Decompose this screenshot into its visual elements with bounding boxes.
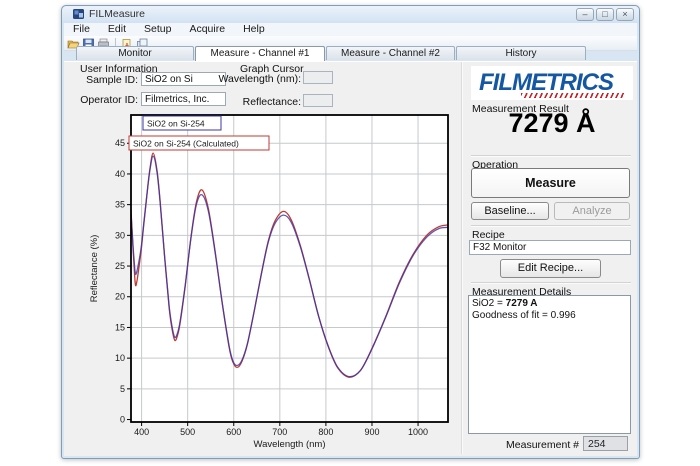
y-tick-label: 30 [115,230,125,240]
x-tick-label: 800 [318,427,333,437]
reflectance-spectrum-chart[interactable]: 400 500 600 700 800 900 1000 0 5 10 15 20 25 30 35 40 45… [88,103,460,455]
edit-recipe-button[interactable]: Edit Recipe... [500,259,601,278]
close-button[interactable]: × [616,8,634,21]
measurement-number-label: Measurement # [494,439,579,451]
menu-item-edit[interactable]: Edit [99,23,135,36]
y-tick-label: 35 [115,200,125,210]
titlebar[interactable]: FILMeasure – □ × [62,6,639,23]
app-window: FILMeasure – □ × FileEditSetupAcquireHel… [61,5,640,459]
tabstrip: MonitorMeasure - Channel #1Measure - Cha… [64,46,637,61]
y-tick-label: 20 [115,292,125,302]
detail-line-gof: Goodness of fit = 0.996 [472,310,627,322]
menu-item-help[interactable]: Help [234,23,274,36]
menu-item-acquire[interactable]: Acquire [180,23,234,36]
y-tick-label: 0 [120,415,125,425]
measurement-details-list[interactable]: SiO2 = 7279 A Goodness of fit = 0.996 [468,295,631,434]
x-tick-label: 1000 [408,427,428,437]
panel-divider [461,62,463,454]
tab-history[interactable]: History [456,46,586,60]
filmetrics-logo-hatch [521,93,625,98]
separator [471,225,631,227]
y-axis-label: Reflectance (%) [89,235,100,303]
app-icon [73,8,85,20]
recipe-input[interactable] [469,240,631,255]
y-tick-label: 10 [115,353,125,363]
screenshot-canvas: FILMeasure – □ × FileEditSetupAcquireHel… [0,0,700,466]
tab-measure-channel-1[interactable]: Measure - Channel #1 [195,46,325,61]
menubar: FileEditSetupAcquireHelp [64,23,637,36]
separator [471,282,631,284]
measurement-number-value: 254 [583,436,628,451]
y-tick-label: 15 [115,322,125,332]
x-tick-label: 900 [364,427,379,437]
sample-id-label: Sample ID: [74,74,138,86]
x-tick-label: 400 [134,427,149,437]
measurement-result-value: 7279 Å [471,108,633,139]
filmetrics-logo: FILMETRICS [471,66,633,100]
x-tick-label: 700 [272,427,287,437]
y-tick-label: 5 [120,384,125,394]
plot-background [131,115,448,422]
y-tick-label: 25 [115,261,125,271]
tab-page-measure-channel-1: User Information Sample ID: Operator ID:… [64,61,637,456]
window-controls: – □ × [576,8,634,21]
separator [471,155,631,157]
analyze-button[interactable]: Analyze [554,202,630,220]
x-tick-label: 600 [226,427,241,437]
measure-button[interactable]: Measure [471,168,630,198]
minimize-button[interactable]: – [576,8,594,21]
detail-line-thickness: SiO2 = 7279 A [472,298,627,310]
baseline-button[interactable]: Baseline... [471,202,549,220]
legend-label: SiO2 on Si-254 [147,119,205,129]
cursor-wavelength-label: Wavelength (nm): [214,73,301,85]
window-title: FILMeasure [89,8,145,20]
menu-item-file[interactable]: File [64,23,99,36]
maximize-button[interactable]: □ [596,8,614,21]
legend-label: SiO2 on Si-254 (Calculated) [133,139,239,149]
menu-item-setup[interactable]: Setup [135,23,180,36]
cursor-wavelength-value [303,71,333,84]
y-tick-label: 45 [115,138,125,148]
y-tick-label: 40 [115,169,125,179]
tab-monitor[interactable]: Monitor [76,46,194,60]
x-axis-label: Wavelength (nm) [254,439,326,450]
x-tick-label: 500 [180,427,195,437]
tab-measure-channel-2[interactable]: Measure - Channel #2 [326,46,455,60]
